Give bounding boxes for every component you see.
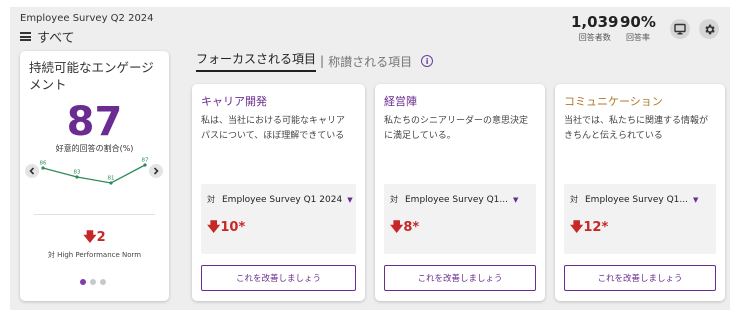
improve-button[interactable]: これを改善しましょう <box>564 265 716 291</box>
chevron-down-icon: ▼ <box>513 195 519 204</box>
trend-next-button[interactable] <box>149 164 163 178</box>
pagination-dot[interactable] <box>100 279 106 285</box>
chevron-down-icon: ▼ <box>347 195 353 204</box>
trend-prev-button[interactable] <box>25 164 39 178</box>
trend-point-label: 83 <box>74 170 81 176</box>
focus-card-description: 当社では、私たちに関連する情報が きちんと伝えられている <box>564 116 709 141</box>
focus-card-title: キャリア開発 <box>201 95 267 108</box>
engagement-delta: 🡇2 <box>83 230 106 245</box>
respondents-label: 回答者数 <box>578 33 611 42</box>
focus-card-description: 私たちのシニアリーダーの意思決定 に満足している。 <box>384 116 529 141</box>
trend-point-label: 86 <box>40 161 47 167</box>
gear-icon <box>704 24 715 34</box>
response-rate-value: 90% <box>620 13 656 31</box>
survey-name: Employee Survey Q2 2024 <box>20 13 154 24</box>
pagination-dot[interactable] <box>80 279 86 285</box>
pagination-dots <box>80 279 106 285</box>
focus-card-communication: コミュニケーション 当社では、私たちに関連する情報が きちんと伝えられている 対… <box>555 84 725 301</box>
chevron-down-icon: ▼ <box>693 195 699 204</box>
tab-praise-items[interactable]: 称讃される項目 <box>328 53 412 70</box>
engagement-score: 87 <box>66 99 123 145</box>
comparison-prefix: 対 <box>570 195 578 204</box>
trend-point-label: 81 <box>108 176 115 182</box>
tab-focus-items[interactable]: フォーカスされる項目 <box>196 50 317 72</box>
menu-icon[interactable] <box>20 32 31 41</box>
divider <box>34 214 155 215</box>
focus-card-description: 私は、当社における可能なキャリア パスについて、ほぼ理解できている <box>201 116 346 141</box>
respondents-value: 1,039 <box>571 13 619 31</box>
present-button[interactable] <box>670 19 690 39</box>
comparison-dropdown[interactable]: 対 Employee Survey Q1 2024 ▼ <box>207 194 353 205</box>
improve-button[interactable]: これを改善しましょう <box>201 265 356 291</box>
monitor-icon <box>674 23 686 35</box>
trend-line <box>42 164 146 184</box>
info-icon[interactable]: i <box>421 55 434 67</box>
comparison-dropdown[interactable]: 対 Employee Survey Q1... ▼ <box>570 194 698 205</box>
focus-card-title: コミュニケーション <box>564 95 663 108</box>
trend-point <box>41 166 45 170</box>
comparison-delta: 🡇12* <box>570 220 609 235</box>
focus-card-leadership: 経営陣 私たちのシニアリーダーの意思決定 に満足している。 対 Employee… <box>375 84 545 301</box>
focus-card-title: 経営陣 <box>384 95 417 108</box>
norm-comparison-label: 対 High Performance Norm <box>47 251 142 259</box>
improve-button[interactable]: これを改善しましょう <box>384 265 536 291</box>
respondents-stat: 1,039 回答者数 <box>571 14 618 43</box>
comparison-prefix: 対 <box>207 195 215 204</box>
pagination-dot[interactable] <box>90 279 96 285</box>
focus-card-career: キャリア開発 私は、当社における可能なキャリア パスについて、ほぼ理解できている… <box>192 84 365 301</box>
focus-praise-tabs: フォーカスされる項目 | 称讃される項目 i <box>196 50 434 72</box>
tab-separator: | <box>320 54 325 68</box>
engagement-card: 持続可能なエンゲージメント 87 好意的回答の割合(%) 86 83 81 87 🡇2… <box>20 51 169 301</box>
trend-point <box>143 163 147 167</box>
settings-button[interactable] <box>699 19 719 39</box>
comparison-label: Employee Survey Q1... <box>405 194 508 205</box>
response-rate-stat: 90% 回答率 <box>620 14 656 43</box>
comparison-delta: 🡇10* <box>207 220 246 235</box>
comparison-label: Employee Survey Q1 2024 <box>222 194 343 205</box>
engagement-trend-chart: 86 83 81 87 <box>25 158 163 185</box>
comparison-panel: 対 Employee Survey Q1... ▼ 🡇12* <box>564 184 716 254</box>
scope-label: すべて <box>37 31 75 46</box>
comparison-panel: 対 Employee Survey Q1... ▼ 🡇8* <box>384 184 536 254</box>
comparison-delta: 🡇8* <box>390 220 420 235</box>
trend-point <box>109 181 113 185</box>
response-rate-label: 回答率 <box>625 33 650 42</box>
engagement-title: 持続可能なエンゲージメント <box>29 60 154 92</box>
comparison-dropdown[interactable]: 対 Employee Survey Q1... ▼ <box>390 194 518 205</box>
trend-point <box>75 175 79 179</box>
trend-point-label: 87 <box>142 158 149 164</box>
comparison-prefix: 対 <box>390 195 398 204</box>
comparison-panel: 対 Employee Survey Q1 2024 ▼ 🡇10* <box>201 184 356 254</box>
comparison-label: Employee Survey Q1... <box>585 194 688 205</box>
scope-selector[interactable]: すべて <box>20 27 75 46</box>
